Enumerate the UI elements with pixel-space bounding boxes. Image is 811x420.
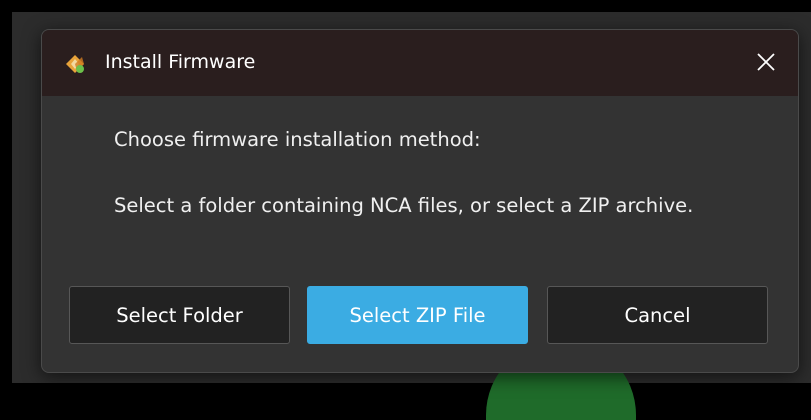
dialog-description: Select a folder containing NCA files, or…: [114, 194, 694, 217]
close-button[interactable]: [748, 46, 784, 82]
close-icon[interactable]: [755, 51, 777, 77]
app-logo-icon: [64, 53, 86, 75]
select-zip-file-button[interactable]: Select ZIP File: [307, 286, 528, 344]
install-firmware-dialog: Install Firmware Choose firmware install…: [41, 29, 799, 373]
dialog-title: Install Firmware: [105, 51, 256, 73]
select-folder-button[interactable]: Select Folder: [69, 286, 290, 344]
cancel-button[interactable]: Cancel: [547, 286, 768, 344]
dialog-prompt: Choose firmware installation method:: [114, 128, 481, 151]
dialog-titlebar: Install Firmware: [42, 30, 798, 96]
